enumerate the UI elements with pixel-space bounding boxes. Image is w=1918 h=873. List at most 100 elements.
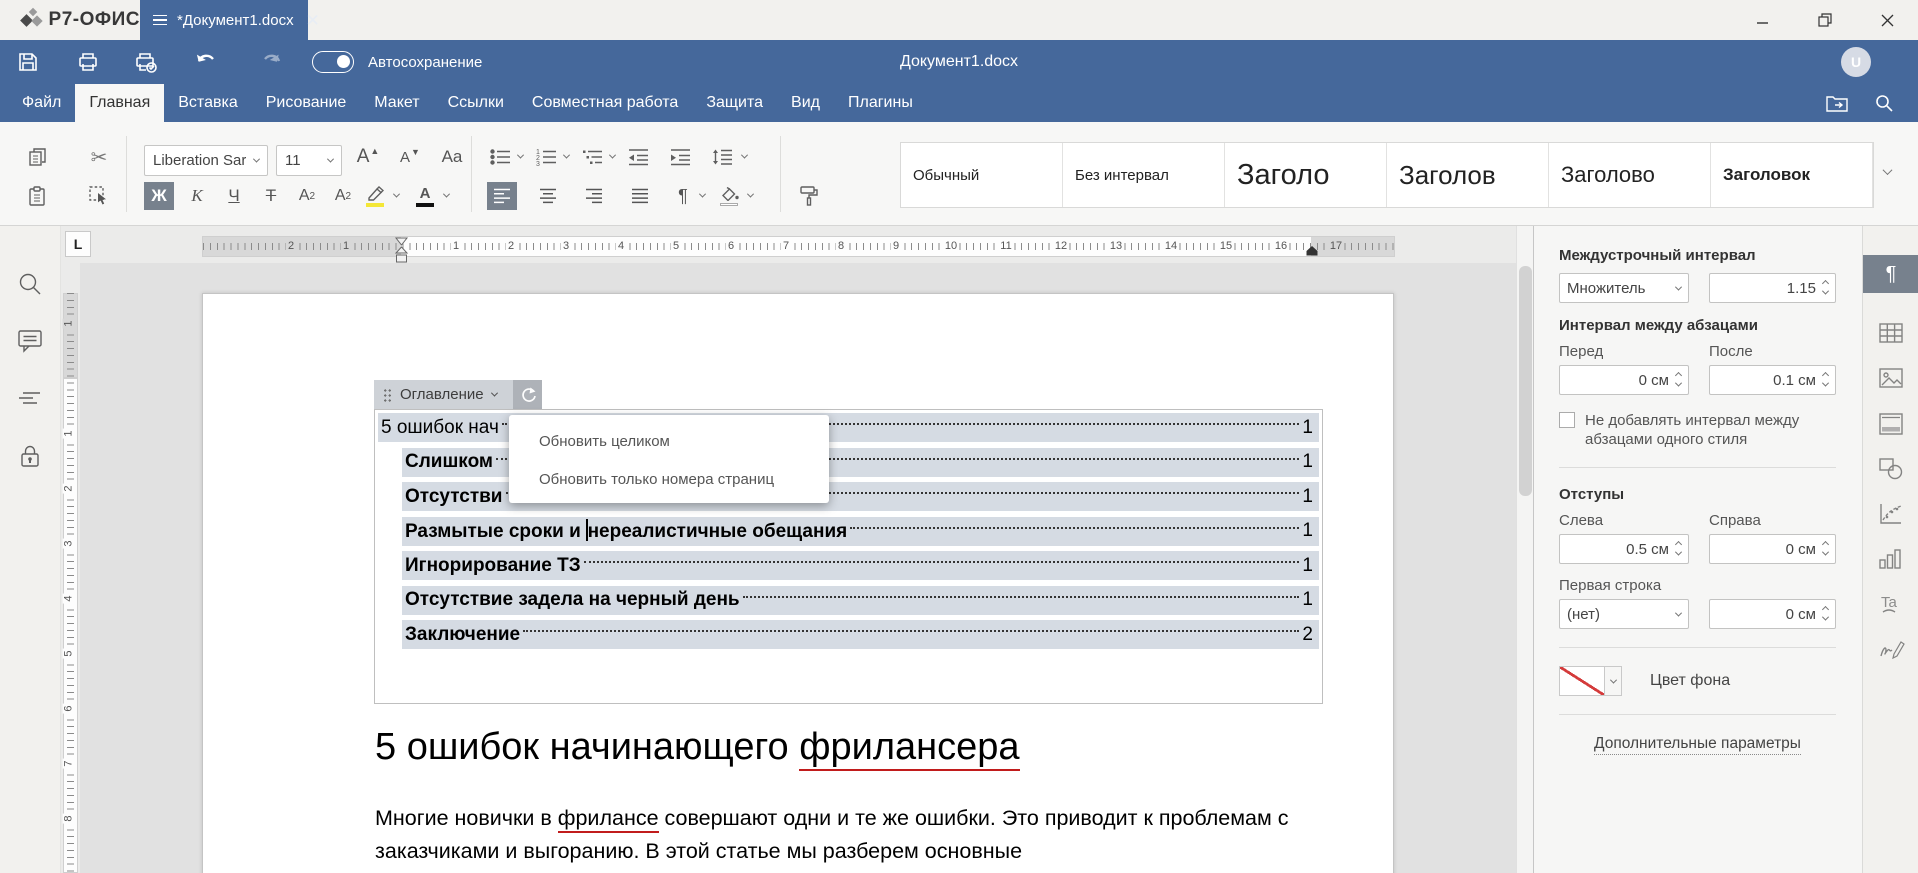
right-indent-marker[interactable] (1306, 246, 1318, 256)
close-icon[interactable] (1856, 0, 1918, 40)
user-avatar[interactable]: U (1841, 47, 1871, 77)
style-preset[interactable]: Заголовок (1711, 143, 1873, 207)
print-icon[interactable] (74, 48, 102, 76)
subscript-button[interactable]: A2 (328, 182, 358, 210)
style-preset[interactable]: Обычный (901, 143, 1063, 207)
spinner-icon[interactable] (1821, 371, 1830, 387)
style-preset[interactable]: Без интервал (1063, 143, 1225, 207)
tab-close-icon[interactable]: ✕ (306, 12, 320, 29)
toc-entry[interactable]: Отсутствие задела на черный день 1 (402, 585, 1319, 615)
redo-icon[interactable] (256, 48, 284, 76)
first-line-size-input[interactable]: 0 см (1709, 599, 1836, 629)
signature-settings-icon[interactable] (1879, 638, 1905, 660)
menu-tab-Рисование[interactable]: Рисование (252, 84, 361, 122)
line-spacing-type-select[interactable]: Множитель (1559, 273, 1689, 303)
bullet-list-icon[interactable] (487, 143, 513, 171)
paste-icon[interactable] (22, 182, 52, 210)
chart-settings-icon[interactable] (1879, 503, 1903, 525)
search-icon[interactable] (17, 271, 43, 297)
first-line-select[interactable]: (нет) (1559, 599, 1689, 629)
menu-tab-Плагины[interactable]: Плагины (834, 84, 927, 122)
line-spacing-icon[interactable] (708, 143, 736, 171)
increase-font-icon[interactable]: A ▲ (352, 143, 384, 171)
open-file-location-icon[interactable] (1826, 94, 1848, 112)
toc-entry[interactable]: Игнорирование ТЗ 1 (402, 551, 1319, 580)
menu-item[interactable]: Обновить только номера страниц (509, 460, 829, 498)
font-size-select[interactable]: 11 (276, 145, 342, 176)
line-spacing-dropdown-icon[interactable] (740, 151, 749, 159)
align-left-button[interactable] (487, 182, 517, 210)
font-color-dropdown-icon[interactable] (442, 190, 451, 198)
copy-icon[interactable] (22, 143, 52, 171)
quick-print-icon[interactable] (132, 48, 160, 76)
menu-tab-Макет[interactable]: Макет (360, 84, 433, 122)
minimize-icon[interactable] (1732, 0, 1794, 40)
underline-button[interactable]: Ч (219, 182, 249, 210)
spinner-icon[interactable] (1674, 540, 1683, 556)
bold-button[interactable]: Ж (144, 182, 174, 210)
menu-tab-Защита[interactable]: Защита (692, 84, 777, 122)
spinner-icon[interactable] (1821, 279, 1830, 295)
decrease-indent-icon[interactable] (624, 143, 652, 171)
no-fill-swatch-icon[interactable] (1559, 666, 1605, 696)
menu-tab-Ссылки[interactable]: Ссылки (434, 84, 518, 122)
tab-stop-selector[interactable]: L (65, 231, 91, 257)
indent-right-input[interactable]: 0 см (1709, 534, 1836, 564)
bar-chart-icon[interactable] (1879, 548, 1901, 570)
image-settings-icon[interactable] (1879, 368, 1903, 388)
toc-entry[interactable]: Размытые сроки и нереалистичные обещания… (402, 516, 1319, 546)
strikethrough-button[interactable]: Т (256, 182, 286, 210)
swatch-dropdown-icon[interactable] (1605, 666, 1622, 696)
format-painter-icon[interactable] (794, 182, 824, 210)
font-name-select[interactable]: Liberation Sar (144, 145, 268, 176)
highlight-color-icon[interactable] (362, 182, 388, 210)
headings-icon[interactable] (17, 385, 43, 411)
undo-icon[interactable] (194, 48, 222, 76)
drag-handle-icon[interactable] (383, 387, 392, 402)
style-preset[interactable]: Заголов (1387, 143, 1549, 207)
align-center-button[interactable] (533, 182, 563, 210)
advanced-settings-link[interactable]: Дополнительные параметры (1559, 735, 1836, 755)
menu-tab-Главная[interactable]: Главная (75, 84, 165, 122)
superscript-button[interactable]: A2 (292, 182, 322, 210)
shading-dropdown-icon[interactable] (746, 190, 755, 198)
toc-control-dropdown-icon[interactable] (490, 389, 498, 397)
shape-settings-icon[interactable] (1879, 458, 1903, 480)
multilevel-list-icon[interactable] (579, 143, 605, 171)
spacing-before-input[interactable]: 0 см (1559, 365, 1689, 395)
vertical-ruler[interactable]: 1 1 2 3 4 5 6 7 8 (61, 263, 80, 873)
menu-tab-Вид[interactable]: Вид (777, 84, 834, 122)
font-color-icon[interactable]: A (412, 182, 438, 210)
numbered-list-dropdown-icon[interactable] (562, 151, 571, 159)
decrease-font-icon[interactable]: A ▼ (394, 143, 426, 171)
vertical-scrollbar[interactable] (1516, 226, 1533, 873)
align-right-button[interactable] (579, 182, 609, 210)
nonprinting-chars-icon[interactable]: ¶ (671, 182, 695, 210)
menu-tab-Файл[interactable]: Файл (8, 84, 75, 122)
spinner-icon[interactable] (1674, 371, 1683, 387)
nonprinting-dropdown-icon[interactable] (698, 190, 707, 198)
toc-field-control[interactable]: Оглавление (374, 380, 542, 409)
toc-control-label[interactable]: Оглавление (400, 386, 484, 403)
style-preset[interactable]: Заголово (1549, 143, 1711, 207)
shading-icon[interactable] (716, 182, 742, 210)
scrollbar-thumb[interactable] (1519, 266, 1532, 496)
spinner-icon[interactable] (1821, 605, 1830, 621)
search-icon[interactable] (1874, 93, 1894, 113)
checkbox-icon[interactable] (1559, 412, 1575, 428)
style-preset[interactable]: Заголо (1225, 143, 1387, 207)
tab-menu-icon[interactable] (153, 14, 167, 26)
spacing-after-input[interactable]: 0.1 см (1709, 365, 1836, 395)
document-canvas[interactable]: Оглавление 5 ошибок нач 1 Слишком 1 Отсутств… (80, 263, 1516, 873)
indent-left-input[interactable]: 0.5 см (1559, 534, 1689, 564)
change-case-icon[interactable]: Aa (434, 143, 470, 171)
table-settings-icon[interactable] (1879, 323, 1903, 343)
cut-icon[interactable]: ✂ (84, 143, 114, 171)
comments-icon[interactable] (17, 328, 43, 354)
styles-gallery-more-icon[interactable] (1882, 165, 1893, 176)
text-art-settings-icon[interactable]: Ta (1879, 593, 1903, 617)
select-tool-icon[interactable] (84, 182, 114, 210)
lock-icon[interactable] (17, 443, 43, 469)
menu-item[interactable]: Обновить целиком (509, 422, 829, 460)
line-spacing-value-input[interactable]: 1.15 (1709, 273, 1836, 303)
